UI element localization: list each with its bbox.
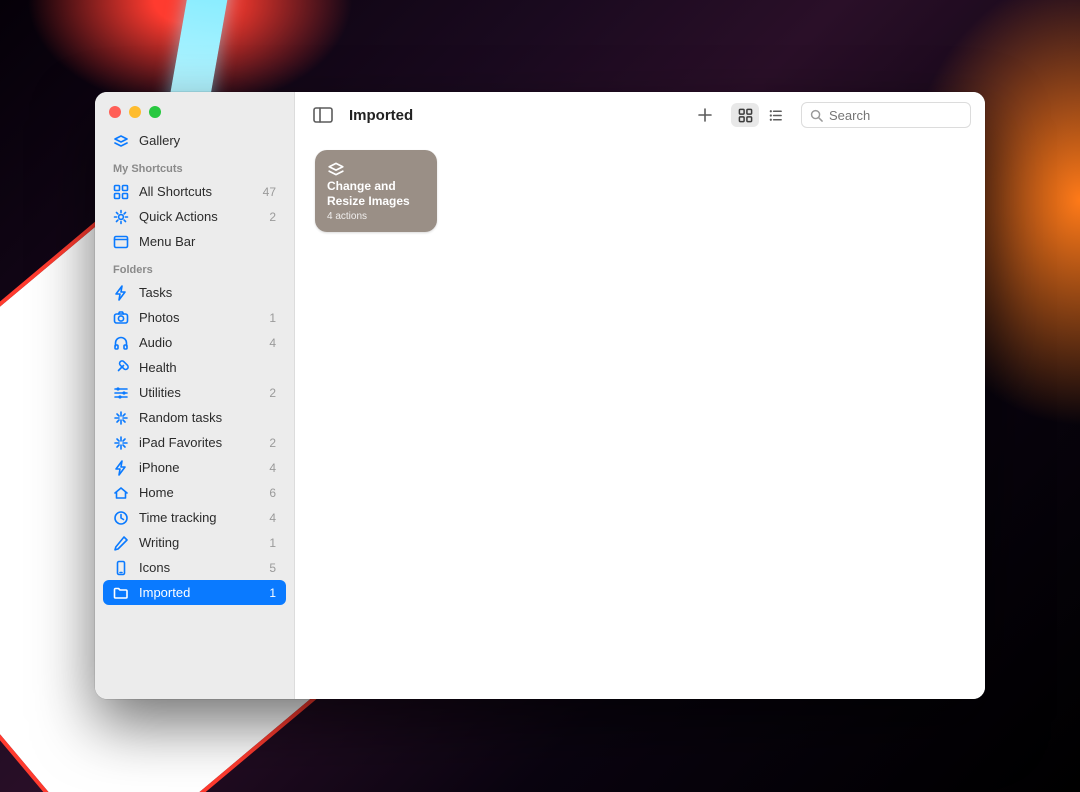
close-window-button[interactable] bbox=[109, 106, 121, 118]
sidebar-item-all-shortcuts[interactable]: All Shortcuts 47 bbox=[103, 179, 286, 204]
sidebar-item-count: 2 bbox=[269, 210, 276, 224]
pencil-icon bbox=[113, 535, 129, 551]
headphones-icon bbox=[113, 335, 129, 351]
sidebar-item-count: 1 bbox=[269, 536, 276, 550]
sidebar-item-health[interactable]: Health bbox=[103, 355, 286, 380]
sidebar-item-count: 2 bbox=[269, 436, 276, 450]
sidebar-item-ipad-favorites[interactable]: iPad Favorites 2 bbox=[103, 430, 286, 455]
sidebar-item-count: 47 bbox=[263, 185, 276, 199]
pill-icon bbox=[113, 360, 129, 376]
sidebar-item-label: Writing bbox=[139, 535, 259, 550]
shortcut-card-change-and-resize-images[interactable]: Change and Resize Images 4 actions bbox=[315, 150, 437, 232]
sidebar: Gallery My Shortcuts All Shortcuts 47 Quic… bbox=[95, 92, 295, 699]
new-shortcut-button[interactable] bbox=[691, 103, 719, 127]
minimize-window-button[interactable] bbox=[129, 106, 141, 118]
search-input[interactable] bbox=[829, 108, 962, 123]
grid-icon bbox=[113, 184, 129, 200]
zoom-window-button[interactable] bbox=[149, 106, 161, 118]
phone-icon bbox=[113, 560, 129, 576]
sidebar-item-random-tasks[interactable]: Random tasks bbox=[103, 405, 286, 430]
shortcuts-window: Gallery My Shortcuts All Shortcuts 47 Quic… bbox=[95, 92, 985, 699]
sidebar-item-tasks[interactable]: Tasks bbox=[103, 280, 286, 305]
shortcuts-grid: Change and Resize Images 4 actions bbox=[295, 138, 985, 699]
view-switcher bbox=[731, 103, 789, 127]
sidebar-item-count: 1 bbox=[269, 586, 276, 600]
sidebar-item-writing[interactable]: Writing 1 bbox=[103, 530, 286, 555]
sidebar-item-label: Random tasks bbox=[139, 410, 266, 425]
sidebar-section-header: My Shortcuts bbox=[103, 153, 286, 179]
gear-icon bbox=[113, 209, 129, 225]
sidebar-item-label: Audio bbox=[139, 335, 259, 350]
sidebar-item-label: Health bbox=[139, 360, 266, 375]
sidebar-item-label: Menu Bar bbox=[139, 234, 266, 249]
sidebar-item-count: 2 bbox=[269, 386, 276, 400]
sidebar-item-count: 4 bbox=[269, 461, 276, 475]
sidebar-item-label: Imported bbox=[139, 585, 259, 600]
sidebar-item-label: iPad Favorites bbox=[139, 435, 259, 450]
desktop-wallpaper: Gallery My Shortcuts All Shortcuts 47 Quic… bbox=[0, 0, 1080, 792]
sidebar-item-count: 1 bbox=[269, 311, 276, 325]
sidebar-item-time-tracking[interactable]: Time tracking 4 bbox=[103, 505, 286, 530]
window-icon bbox=[113, 234, 129, 250]
sidebar-item-count: 4 bbox=[269, 511, 276, 525]
search-icon bbox=[810, 109, 823, 122]
sidebar-item-label: Home bbox=[139, 485, 259, 500]
bolt-icon bbox=[113, 460, 129, 476]
sidebar-item-quick-actions[interactable]: Quick Actions 2 bbox=[103, 204, 286, 229]
main-pane: Imported bbox=[295, 92, 985, 699]
sidebar-item-imported[interactable]: Imported 1 bbox=[103, 580, 286, 605]
window-controls bbox=[95, 92, 294, 128]
sidebar-item-label: Time tracking bbox=[139, 510, 259, 525]
sidebar-item-photos[interactable]: Photos 1 bbox=[103, 305, 286, 330]
list-view-button[interactable] bbox=[761, 103, 789, 127]
sidebar-item-label: Utilities bbox=[139, 385, 259, 400]
grid-view-button[interactable] bbox=[731, 103, 759, 127]
camera-icon bbox=[113, 310, 129, 326]
layers-icon bbox=[327, 160, 345, 178]
page-title: Imported bbox=[349, 107, 413, 124]
sidebar-item-label: All Shortcuts bbox=[139, 184, 253, 199]
sidebar-section-header: Folders bbox=[103, 254, 286, 280]
toggle-sidebar-button[interactable] bbox=[309, 103, 337, 127]
sidebar-item-iphone[interactable]: iPhone 4 bbox=[103, 455, 286, 480]
house-icon bbox=[113, 485, 129, 501]
sidebar-item-label: Icons bbox=[139, 560, 259, 575]
shortcut-title: Change and Resize Images bbox=[327, 179, 425, 209]
folder-icon bbox=[113, 585, 129, 601]
toolbar: Imported bbox=[295, 92, 985, 138]
sparkle-icon bbox=[113, 410, 129, 426]
sliders-icon bbox=[113, 385, 129, 401]
sidebar-item-menu-bar[interactable]: Menu Bar bbox=[103, 229, 286, 254]
shortcut-subtitle: 4 actions bbox=[327, 211, 425, 222]
sidebar-item-label: Photos bbox=[139, 310, 259, 325]
sidebar-item-gallery[interactable]: Gallery bbox=[103, 128, 286, 153]
sidebar-item-count: 6 bbox=[269, 486, 276, 500]
search-field[interactable] bbox=[801, 102, 971, 128]
layers-icon bbox=[113, 133, 129, 149]
sidebar-item-utilities[interactable]: Utilities 2 bbox=[103, 380, 286, 405]
sidebar-item-label: iPhone bbox=[139, 460, 259, 475]
sidebar-item-count: 5 bbox=[269, 561, 276, 575]
sidebar-item-label: Tasks bbox=[139, 285, 266, 300]
sparkle-icon bbox=[113, 435, 129, 451]
sidebar-item-count: 4 bbox=[269, 336, 276, 350]
sidebar-item-label: Quick Actions bbox=[139, 209, 259, 224]
sidebar-nav: Gallery My Shortcuts All Shortcuts 47 Quic… bbox=[95, 128, 294, 615]
bolt-icon bbox=[113, 285, 129, 301]
sidebar-item-audio[interactable]: Audio 4 bbox=[103, 330, 286, 355]
sidebar-item-label: Gallery bbox=[139, 133, 276, 148]
clock-icon bbox=[113, 510, 129, 526]
sidebar-item-home[interactable]: Home 6 bbox=[103, 480, 286, 505]
sidebar-item-icons[interactable]: Icons 5 bbox=[103, 555, 286, 580]
